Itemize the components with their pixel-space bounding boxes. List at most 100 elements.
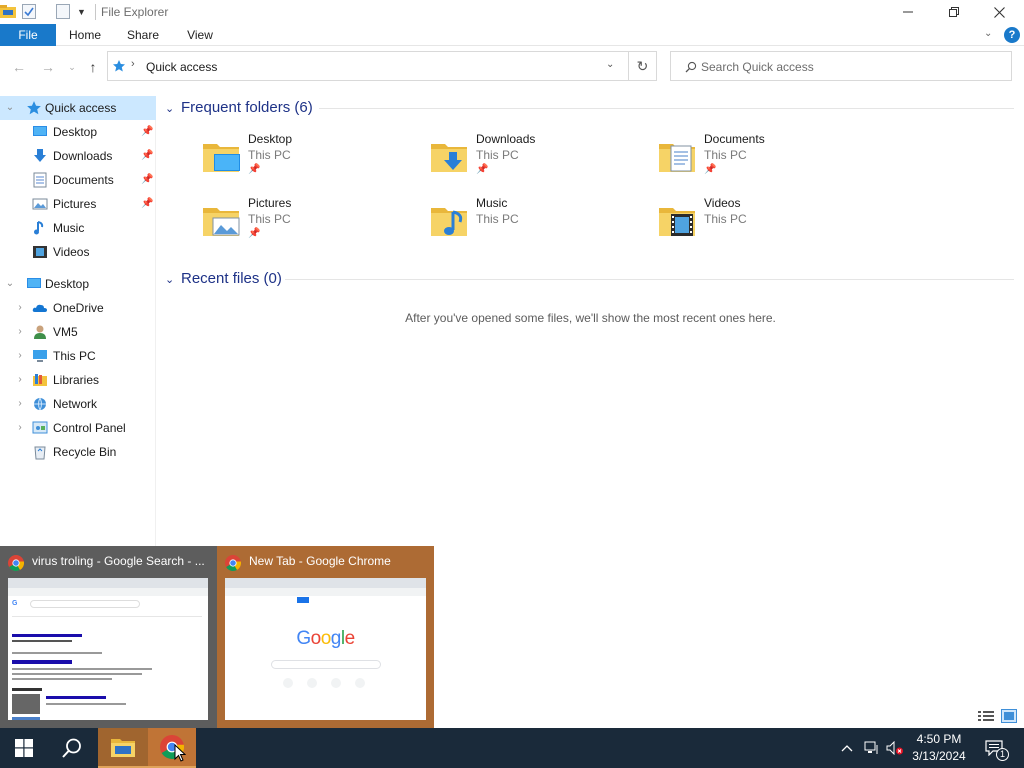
expand-chevron-icon[interactable]: › bbox=[14, 296, 26, 320]
restore-button[interactable] bbox=[931, 0, 977, 24]
search-button[interactable] bbox=[48, 728, 96, 768]
recent-files-empty-message: After you've opened some files, we'll sh… bbox=[405, 311, 776, 325]
control-panel-icon bbox=[32, 421, 48, 434]
thumbnail-title: virus troling - Google Search - ... bbox=[32, 554, 205, 568]
quick-access-star-icon bbox=[27, 101, 41, 115]
folder-location: This PC bbox=[704, 148, 747, 162]
expand-chevron-icon[interactable]: › bbox=[14, 392, 26, 416]
pin-icon: 📌 bbox=[141, 150, 154, 161]
search-input[interactable] bbox=[701, 58, 1001, 76]
nav-label: This PC bbox=[53, 349, 96, 363]
nav-item-documents[interactable]: Documents 📌 bbox=[0, 168, 156, 192]
back-arrow-icon[interactable]: ← bbox=[9, 58, 29, 76]
tab-home[interactable]: Home bbox=[60, 24, 110, 46]
show-hidden-icons-chevron-icon[interactable] bbox=[838, 728, 856, 768]
expand-chevron-icon[interactable]: › bbox=[14, 344, 26, 368]
nav-item-vm5[interactable]: › VM5 bbox=[0, 320, 156, 344]
folder-tile-documents[interactable]: Documents This PC 📌 bbox=[657, 132, 877, 188]
thumbnail-title: New Tab - Google Chrome bbox=[249, 554, 391, 568]
nav-item-onedrive[interactable]: › OneDrive bbox=[0, 296, 156, 320]
action-center-button[interactable]: 1 bbox=[980, 728, 1009, 768]
google-logo: Google bbox=[296, 628, 355, 649]
documents-icon bbox=[33, 172, 47, 188]
expand-chevron-icon[interactable]: › bbox=[14, 368, 26, 392]
nav-label: OneDrive bbox=[53, 301, 104, 315]
network-tray-icon[interactable] bbox=[862, 728, 882, 768]
quick-access-toolbar-properties-icon[interactable] bbox=[22, 4, 36, 19]
nav-item-videos[interactable]: Videos bbox=[0, 240, 156, 264]
group-header-frequent-folders[interactable]: ⌄ Frequent folders (6) bbox=[165, 99, 313, 116]
desktop-icon bbox=[27, 278, 41, 288]
nav-label: Videos bbox=[53, 245, 90, 259]
file-explorer-icon[interactable] bbox=[0, 4, 16, 18]
window-title: File Explorer bbox=[101, 5, 169, 19]
pin-icon: 📌 bbox=[248, 164, 261, 175]
refresh-button[interactable]: ↻ bbox=[629, 51, 657, 81]
folder-tile-downloads[interactable]: Downloads This PC 📌 bbox=[429, 132, 649, 188]
search-box[interactable] bbox=[670, 51, 1012, 81]
address-history-chevron-icon[interactable]: ⌄ bbox=[606, 59, 614, 70]
nav-desktop-root[interactable]: ⌄ Desktop bbox=[0, 272, 156, 296]
quick-access-star-icon bbox=[113, 60, 125, 72]
tab-file[interactable]: File bbox=[0, 24, 56, 46]
folder-tile-desktop[interactable]: Desktop This PC 📌 bbox=[201, 132, 421, 188]
tab-view[interactable]: View bbox=[176, 24, 224, 46]
breadcrumb-chevron-icon[interactable]: › bbox=[131, 58, 135, 70]
tab-share[interactable]: Share bbox=[118, 24, 168, 46]
up-arrow-icon[interactable]: ↑ bbox=[83, 58, 103, 76]
minimize-button[interactable] bbox=[885, 0, 931, 24]
taskbar-file-explorer[interactable] bbox=[98, 728, 148, 768]
nav-item-control-panel[interactable]: › Control Panel bbox=[0, 416, 156, 440]
nav-item-downloads[interactable]: Downloads 📌 bbox=[0, 144, 156, 168]
forward-arrow-icon[interactable]: → bbox=[38, 58, 58, 76]
large-icons-view-icon[interactable] bbox=[1001, 709, 1017, 723]
nav-item-network[interactable]: › Network bbox=[0, 392, 156, 416]
nav-item-recycle-bin[interactable]: Recycle Bin bbox=[0, 440, 156, 464]
folder-tile-pictures[interactable]: Pictures This PC 📌 bbox=[201, 196, 421, 252]
details-view-icon[interactable] bbox=[978, 710, 994, 722]
collapse-chevron-icon[interactable]: ⌄ bbox=[4, 96, 16, 120]
google-search-box-mini bbox=[271, 660, 381, 669]
address-bar[interactable]: › Quick access ⌄ bbox=[107, 51, 629, 81]
folder-name: Videos bbox=[704, 196, 741, 210]
group-header-recent-files[interactable]: ⌄ Recent files (0) bbox=[165, 270, 282, 287]
expand-chevron-icon[interactable]: › bbox=[14, 416, 26, 440]
music-folder-icon bbox=[431, 208, 467, 236]
quick-access-toolbar-new-folder-icon[interactable] bbox=[56, 4, 70, 19]
folder-tile-videos[interactable]: Videos This PC bbox=[657, 196, 877, 252]
pin-icon: 📌 bbox=[141, 198, 154, 209]
expand-chevron-icon[interactable]: › bbox=[14, 320, 26, 344]
expand-ribbon-chevron-icon[interactable]: ⌄ bbox=[984, 28, 992, 39]
recent-locations-chevron-icon[interactable]: ⌄ bbox=[62, 58, 82, 76]
nav-item-libraries[interactable]: › Libraries bbox=[0, 368, 156, 392]
start-button[interactable] bbox=[0, 728, 48, 768]
collapse-chevron-icon[interactable]: ⌄ bbox=[165, 102, 181, 115]
music-icon bbox=[34, 221, 44, 235]
folder-tile-music[interactable]: Music This PC bbox=[429, 196, 649, 252]
thumbnail-chrome-new-tab[interactable]: New Tab - Google Chrome Google bbox=[217, 546, 434, 728]
collapse-chevron-icon[interactable]: ⌄ bbox=[4, 272, 16, 296]
folder-location: This PC bbox=[248, 212, 291, 226]
breadcrumb-path[interactable]: Quick access bbox=[146, 60, 217, 74]
nav-label: Quick access bbox=[45, 101, 117, 115]
nav-item-pictures[interactable]: Pictures 📌 bbox=[0, 192, 156, 216]
help-icon[interactable]: ? bbox=[1004, 27, 1020, 43]
taskbar-google-chrome[interactable] bbox=[148, 728, 196, 768]
system-clock[interactable]: 4:50 PM 3/13/2024 bbox=[908, 731, 970, 765]
google-logo-mini: G bbox=[12, 600, 18, 607]
folder-name: Documents bbox=[704, 132, 765, 146]
close-button[interactable] bbox=[976, 0, 1022, 24]
desktop-icon bbox=[33, 126, 47, 136]
customize-qat-chevron-icon[interactable]: ▼ bbox=[77, 7, 86, 17]
user-icon bbox=[34, 325, 46, 339]
recycle-bin-icon bbox=[34, 446, 46, 460]
nav-item-music[interactable]: Music bbox=[0, 216, 156, 240]
collapse-chevron-icon[interactable]: ⌄ bbox=[165, 273, 181, 286]
nav-item-desktop[interactable]: Desktop 📌 bbox=[0, 120, 156, 144]
pictures-icon bbox=[32, 198, 48, 210]
thumbnail-chrome-google-search[interactable]: virus troling - Google Search - ... G bbox=[0, 546, 217, 728]
nav-item-this-pc[interactable]: › This PC bbox=[0, 344, 156, 368]
volume-muted-icon[interactable] bbox=[885, 728, 905, 768]
nav-label: Recycle Bin bbox=[53, 445, 117, 459]
nav-quick-access[interactable]: ⌄ Quick access bbox=[0, 96, 156, 120]
